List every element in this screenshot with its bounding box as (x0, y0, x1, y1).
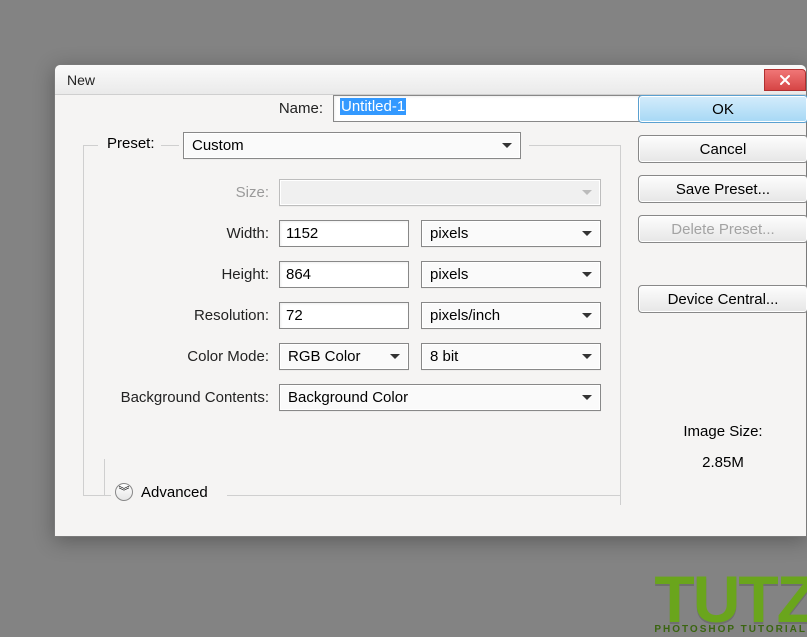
image-size-value: 2.85M (638, 454, 807, 471)
device-central-button[interactable]: Device Central... (638, 285, 807, 313)
size-label: Size: (55, 184, 279, 201)
ok-button-label: OK (712, 101, 734, 118)
resolution-unit-dropdown[interactable]: pixels/inch (421, 302, 601, 329)
height-unit-dropdown[interactable]: pixels (421, 261, 601, 288)
fieldset-border (83, 495, 105, 496)
color-mode-dropdown[interactable]: RGB Color (279, 343, 409, 370)
background-contents-dropdown[interactable]: Background Color (279, 384, 601, 411)
preset-label: Preset: (101, 135, 161, 152)
close-button[interactable] (764, 69, 806, 91)
chevron-down-icon (502, 137, 512, 154)
watermark-subtitle: PHOTOSHOP TUTORIAL (654, 624, 807, 635)
resolution-input[interactable] (279, 302, 409, 329)
chevron-down-icon (582, 225, 592, 242)
color-mode-value: RGB Color (288, 348, 361, 365)
name-label: Name: (55, 100, 333, 117)
chevron-down-icon (582, 307, 592, 324)
fieldset-border (529, 145, 621, 146)
chevron-down-icon (582, 184, 592, 201)
close-icon (779, 74, 791, 86)
dialog-title: New (67, 72, 95, 88)
delete-preset-button: Delete Preset... (638, 215, 807, 243)
resolution-unit-value: pixels/inch (430, 307, 500, 324)
width-unit-dropdown[interactable]: pixels (421, 220, 601, 247)
advanced-label: Advanced (141, 484, 208, 501)
width-label: Width: (55, 225, 279, 242)
image-size-label: Image Size: (638, 423, 807, 440)
fieldset-border (227, 495, 620, 496)
name-input-value: Untitled-1 (340, 98, 406, 115)
ok-button[interactable]: OK (638, 95, 807, 123)
size-dropdown (279, 179, 601, 206)
width-input[interactable] (279, 220, 409, 247)
fieldset-border (159, 145, 179, 146)
dialog-titlebar: New (55, 65, 806, 95)
double-chevron-down-icon: ︾ (119, 489, 130, 496)
color-mode-label: Color Mode: (55, 348, 279, 365)
device-central-button-label: Device Central... (668, 291, 779, 308)
preset-dropdown[interactable]: Custom (183, 132, 521, 159)
chevron-down-icon (582, 348, 592, 365)
height-unit-value: pixels (430, 266, 468, 283)
fieldset-border (104, 495, 111, 496)
height-input[interactable] (279, 261, 409, 288)
fieldset-border (104, 459, 105, 495)
cancel-button-label: Cancel (700, 141, 747, 158)
save-preset-button[interactable]: Save Preset... (638, 175, 807, 203)
chevron-down-icon (390, 348, 400, 365)
background-contents-label: Background Contents: (55, 389, 279, 406)
resolution-label: Resolution: (55, 307, 279, 324)
cancel-button[interactable]: Cancel (638, 135, 807, 163)
background-contents-value: Background Color (288, 389, 408, 406)
save-preset-button-label: Save Preset... (676, 181, 770, 198)
fieldset-border (83, 145, 98, 146)
delete-preset-button-label: Delete Preset... (671, 221, 774, 238)
chevron-down-icon (582, 266, 592, 283)
color-depth-value: 8 bit (430, 348, 458, 365)
height-label: Height: (55, 266, 279, 283)
width-unit-value: pixels (430, 225, 468, 242)
color-depth-dropdown[interactable]: 8 bit (421, 343, 601, 370)
new-document-dialog: New Name: Untitled-1 Preset: Custom Size… (54, 64, 807, 537)
preset-value: Custom (192, 137, 244, 154)
name-input[interactable]: Untitled-1 (333, 95, 655, 122)
advanced-toggle[interactable]: ︾ (115, 483, 133, 501)
chevron-down-icon (582, 389, 592, 406)
